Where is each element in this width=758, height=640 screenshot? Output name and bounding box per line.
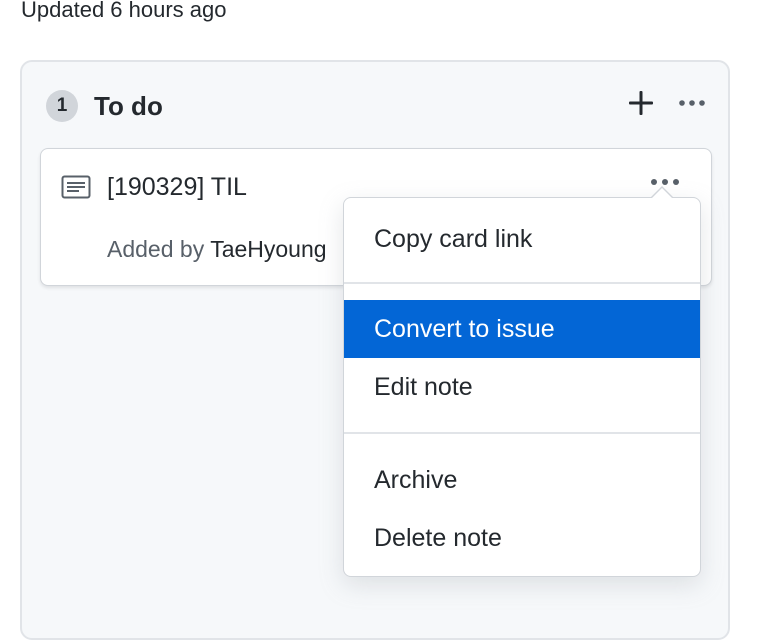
added-by-label: Added by <box>107 236 205 262</box>
column-menu-button[interactable] <box>676 88 708 118</box>
menu-item-copy-card-link[interactable]: Copy card link <box>344 210 700 268</box>
updated-timestamp: Updated 6 hours ago <box>21 0 227 22</box>
kebab-horizontal-icon <box>651 179 679 185</box>
menu-item-delete-note[interactable]: Delete note <box>344 509 700 567</box>
add-card-button[interactable] <box>626 88 656 118</box>
menu-item-convert-to-issue[interactable]: Convert to issue <box>344 300 700 358</box>
menu-divider <box>344 282 700 284</box>
card-author[interactable]: TaeHyoung <box>210 236 326 262</box>
card-context-menu: Copy card link Convert to issue Edit not… <box>343 186 701 577</box>
column-title: To do <box>94 91 163 121</box>
menu-item-edit-note[interactable]: Edit note <box>344 358 700 416</box>
card-added-by: Added by TaeHyoung <box>107 235 327 263</box>
kebab-horizontal-icon <box>679 100 705 106</box>
plus-icon <box>629 91 653 115</box>
menu-divider <box>344 432 700 434</box>
menu-item-archive[interactable]: Archive <box>344 451 700 509</box>
menu-caret-fill <box>651 188 673 199</box>
column-card-count: 1 <box>46 90 78 122</box>
card-title: [190329] TIL <box>107 173 247 201</box>
note-icon <box>61 175 91 199</box>
